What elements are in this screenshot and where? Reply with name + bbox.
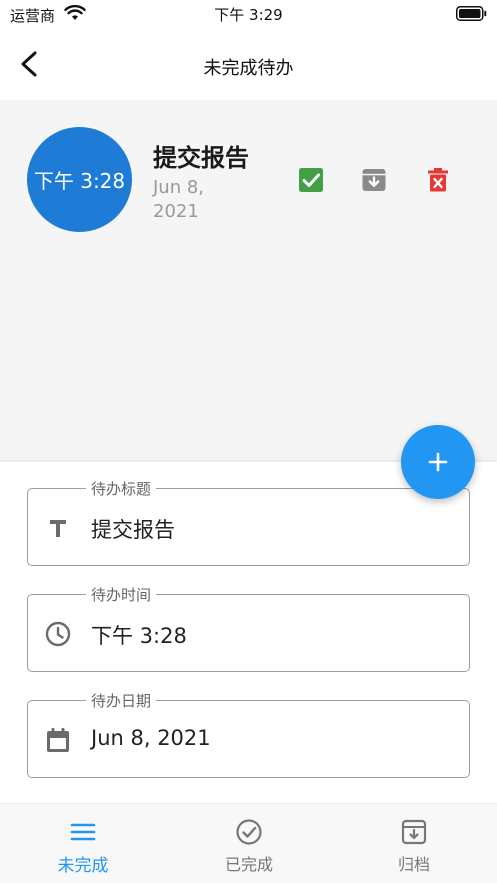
archive-icon[interactable] [361, 167, 387, 193]
tab-incomplete-label: 未完成 [57, 856, 109, 876]
time-field-label: 待办时间 [86, 584, 157, 605]
tab-completed-label: 已完成 [224, 855, 273, 874]
time-field[interactable]: 待办时间 下午 3:28 [27, 584, 470, 672]
time-field-value[interactable]: 下午 3:28 [91, 620, 187, 650]
todo-date: Jun 8, 2021 [153, 177, 205, 222]
clock-icon [45, 621, 71, 647]
add-todo-button[interactable] [401, 425, 475, 499]
title-field-value[interactable]: 提交报告 [91, 514, 175, 544]
tab-archived-label: 归档 [397, 855, 430, 874]
delete-icon[interactable] [425, 167, 451, 193]
date-field-label: 待办日期 [86, 690, 157, 711]
text-format-icon [50, 520, 66, 537]
title-field-label: 待办标题 [86, 478, 157, 499]
status-bar: 运营商 下午 3:29 [0, 0, 497, 30]
page-title: 未完成待办 [203, 58, 294, 79]
title-field[interactable]: 待办标题 提交报告 [27, 478, 470, 566]
todo-list: 下午 3:28 提交报告 Jun 8, 2021 [0, 100, 497, 462]
date-field[interactable]: 待办日期 Jun 8, 2021 [27, 690, 470, 778]
todo-form-sheet: 待办标题 提交报告 待办时间 下午 3:28 待办日期 Jun 8, 2021 [0, 462, 497, 803]
tab-incomplete[interactable]: 未完成 [0, 804, 166, 883]
menu-icon [70, 823, 96, 841]
todo-list-item[interactable]: 下午 3:28 提交报告 Jun 8, 2021 [0, 100, 497, 260]
date-field-value[interactable]: Jun 8, 2021 [91, 726, 211, 750]
nav-bar: 未完成待办 [0, 30, 497, 100]
calendar-icon [47, 728, 69, 752]
tab-archived[interactable]: 归档 [331, 804, 497, 883]
todo-title: 提交报告 [153, 144, 249, 172]
plus-icon [428, 452, 448, 472]
bottom-tab-bar: 未完成 已完成 归档 [0, 803, 497, 883]
status-time: 下午 3:29 [214, 6, 283, 24]
todo-time-avatar: 下午 3:28 [27, 127, 132, 232]
battery-icon [456, 6, 487, 21]
archive-icon [401, 819, 427, 845]
tab-completed[interactable]: 已完成 [166, 804, 332, 883]
mark-done-icon[interactable] [298, 167, 324, 193]
check-circle-icon [236, 819, 262, 845]
